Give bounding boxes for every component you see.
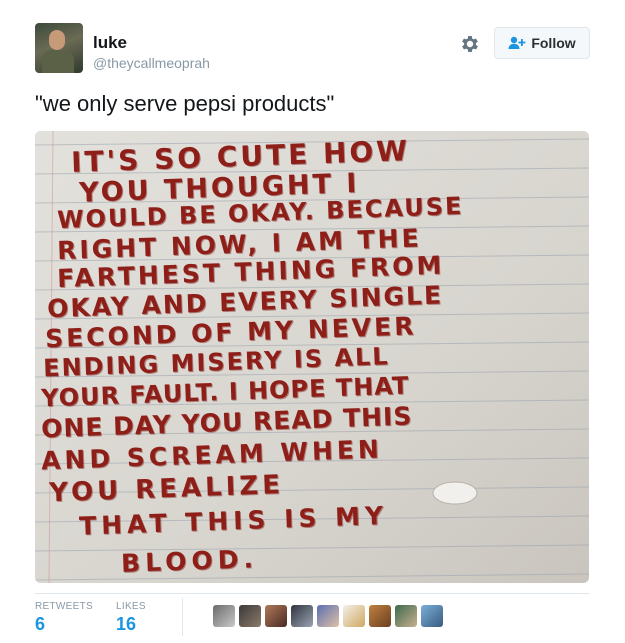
liker-avatar[interactable]: [395, 605, 417, 627]
liker-avatar[interactable]: [317, 605, 339, 627]
liker-avatars: [213, 605, 443, 627]
liker-avatar[interactable]: [239, 605, 261, 627]
likes-label: LIKES: [116, 601, 146, 612]
retweets-count[interactable]: 6: [35, 614, 45, 635]
avatar-body: [42, 50, 74, 73]
avatar-face: [49, 30, 65, 50]
gear-icon[interactable]: [459, 33, 481, 55]
handwritten-note: IT'S SO CUTE HOW YOU THOUGHT I WOULD BE …: [35, 131, 589, 583]
person-add-icon: [508, 36, 526, 49]
retweets-label: RETWEETS: [35, 601, 93, 612]
liker-avatar[interactable]: [343, 605, 365, 627]
stats-separator: [182, 598, 183, 636]
user-handle[interactable]: @theycallmeoprah: [93, 55, 210, 71]
note-line: BLOOD.: [120, 544, 259, 578]
follow-label: Follow: [531, 35, 576, 51]
liker-avatar[interactable]: [265, 605, 287, 627]
liker-avatar[interactable]: [213, 605, 235, 627]
follow-button[interactable]: Follow: [494, 27, 590, 59]
user-name[interactable]: luke: [93, 33, 127, 53]
user-avatar[interactable]: [35, 23, 83, 73]
liker-avatar[interactable]: [369, 605, 391, 627]
liker-avatar[interactable]: [421, 605, 443, 627]
tweet-text: "we only serve pepsi products": [35, 91, 335, 116]
tweet-photo[interactable]: IT'S SO CUTE HOW YOU THOUGHT I WOULD BE …: [35, 131, 589, 583]
likes-count[interactable]: 16: [116, 614, 136, 635]
stats-divider: [35, 593, 590, 594]
liker-avatar[interactable]: [291, 605, 313, 627]
